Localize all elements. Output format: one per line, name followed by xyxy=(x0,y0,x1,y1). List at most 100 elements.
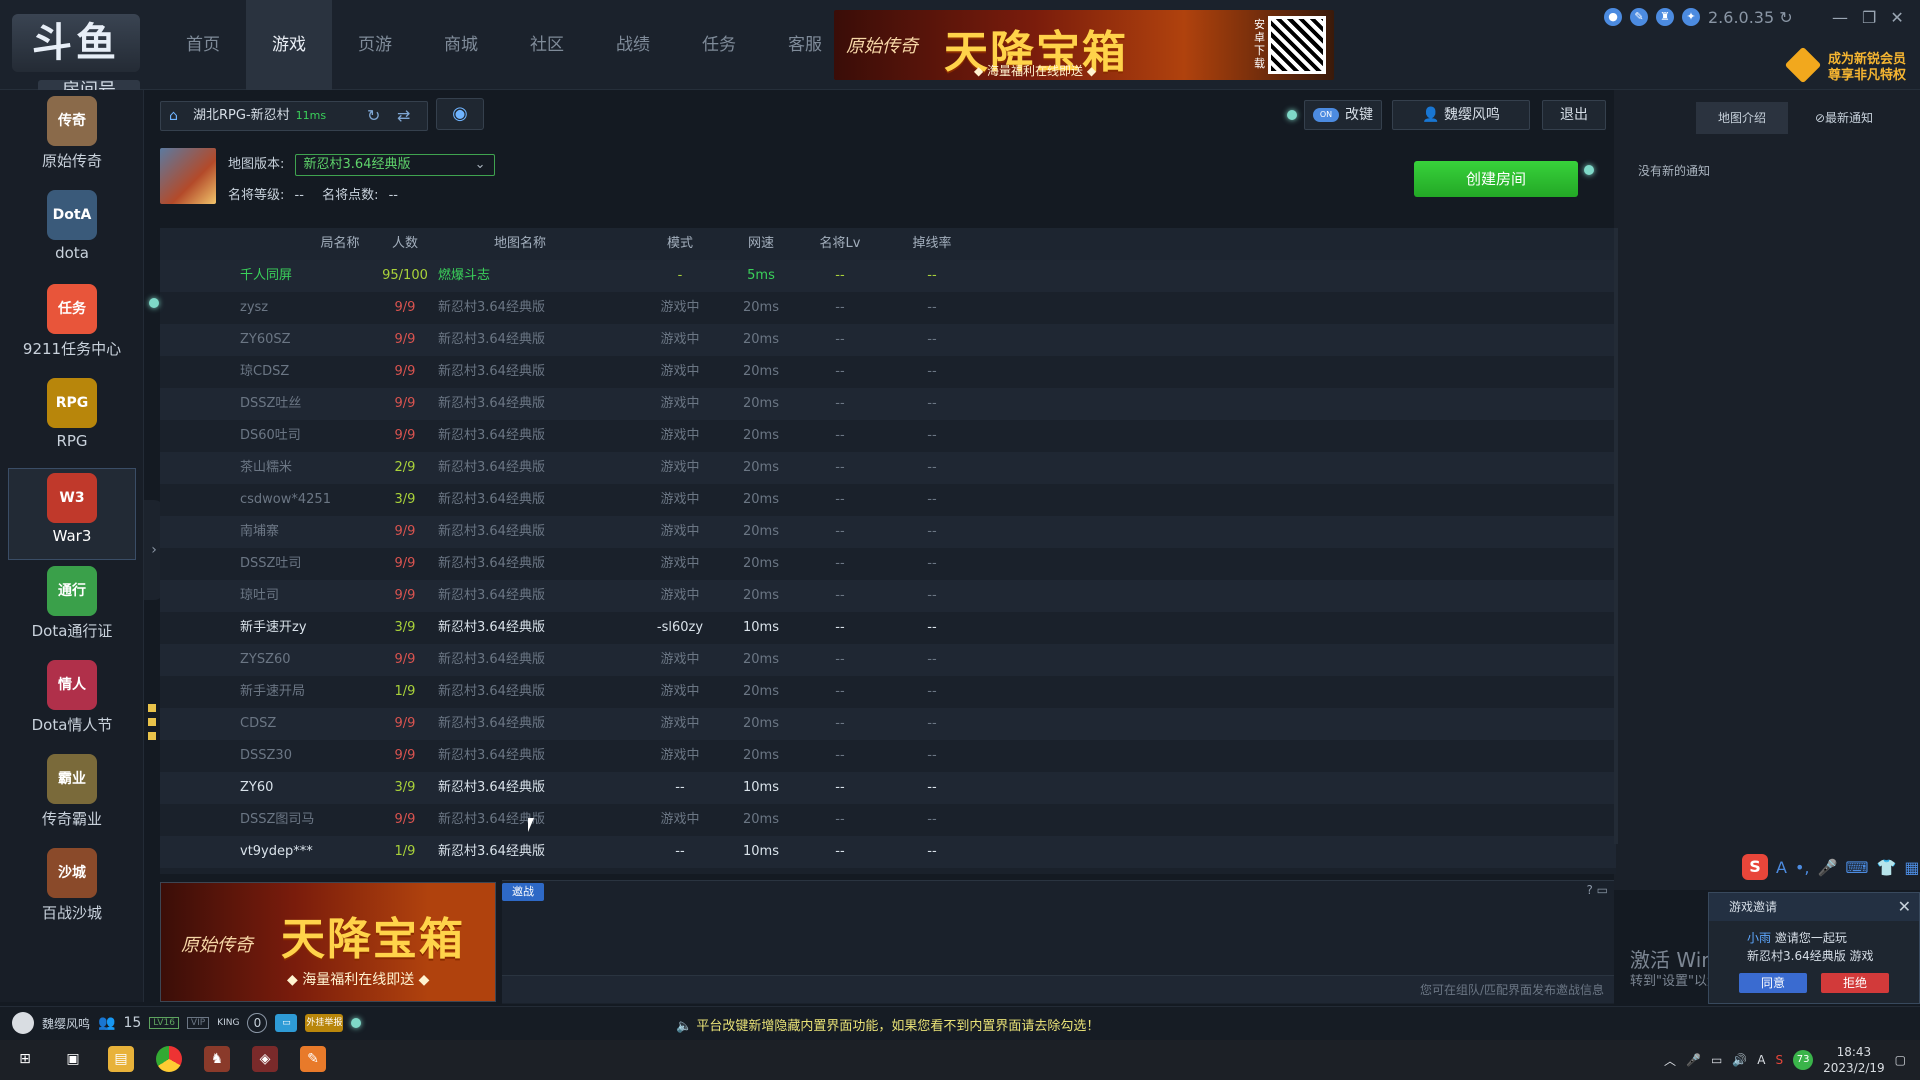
restore-icon[interactable]: ❐ xyxy=(1862,8,1876,27)
refresh-icon[interactable]: ↻ xyxy=(1779,8,1792,27)
column-header[interactable]: 名将Lv xyxy=(790,228,890,260)
user-button[interactable]: 👤 魏缨风鸣 xyxy=(1392,100,1530,130)
server-selector[interactable]: ⌂ 湖北RPG-新忍村 11ms ↻ ⇄ xyxy=(160,101,428,131)
table-row[interactable]: 新手速开zy 3/9 新忍村3.64经典版 -sl60zy 10ms -- -- xyxy=(160,612,1616,644)
mic-icon[interactable]: 🎤 xyxy=(1817,858,1837,877)
shirt-icon[interactable]: ♜ xyxy=(1656,8,1674,26)
table-scrollbar[interactable] xyxy=(1614,228,1618,844)
table-row[interactable]: DSSZ吐司 9/9 新忍村3.64经典版 游戏中 20ms -- -- xyxy=(160,548,1616,580)
game-app-icon[interactable]: ♞ xyxy=(204,1046,230,1072)
create-room-button[interactable]: 创建房间 xyxy=(1414,161,1578,197)
file-explorer-icon[interactable]: ▤ xyxy=(108,1046,134,1072)
nav-tab[interactable]: 社区 xyxy=(504,0,590,90)
table-row[interactable]: zysz 9/9 新忍村3.64经典版 游戏中 20ms -- -- xyxy=(160,292,1616,324)
brush-icon[interactable]: ✦ xyxy=(1682,8,1700,26)
nav-tab[interactable]: 首页 xyxy=(160,0,246,90)
change-key-button[interactable]: ON 改键 xyxy=(1304,100,1382,130)
sidebar-item-game[interactable]: 通行 Dota通行证 xyxy=(8,562,136,654)
nav-tab[interactable]: 任务 xyxy=(676,0,762,90)
top-banner-ad[interactable]: 原始传奇 天降宝箱 ◆ 海量福利在线即送 ◆ 安卓下载 xyxy=(834,10,1334,80)
sidebar-item-game[interactable]: 沙城 百战沙城 xyxy=(8,844,136,936)
clock[interactable]: 18:43 2023/2/19 xyxy=(1823,1044,1885,1076)
sidebar-item-game[interactable]: 情人 Dota情人节 xyxy=(8,656,136,748)
column-header[interactable]: 掉线率 xyxy=(882,228,982,260)
column-header[interactable]: 地图名称 xyxy=(440,228,600,260)
vip-promo[interactable]: 成为新锐会员 尊享非凡特权 xyxy=(1784,46,1914,84)
tray-up-icon[interactable]: ︿ xyxy=(1664,1052,1676,1069)
bottom-banner-ad[interactable]: 原始传奇 天降宝箱 ◆ 海量福利在线即送 ◆ xyxy=(160,882,496,1002)
table-row[interactable]: DS60吐司 9/9 新忍村3.64经典版 游戏中 20ms -- -- xyxy=(160,420,1616,452)
table-row[interactable]: 琼CDSZ 9/9 新忍村3.64经典版 游戏中 20ms -- -- xyxy=(160,356,1616,388)
nav-tab[interactable]: 商城 xyxy=(418,0,504,90)
table-row[interactable]: vt9ydep*** 1/9 新忍村3.64经典版 -- 10ms -- -- xyxy=(160,836,1616,868)
skin-icon[interactable]: 👕 xyxy=(1877,858,1897,877)
table-row[interactable]: ZYSZ60 9/9 新忍村3.64经典版 游戏中 20ms -- -- xyxy=(160,644,1616,676)
addon-report-badge[interactable]: 外挂举报 xyxy=(305,1014,344,1032)
table-row[interactable]: ZY60 3/9 新忍村3.64经典版 -- 10ms -- -- xyxy=(160,772,1616,804)
table-row[interactable]: 南埔寨 9/9 新忍村3.64经典版 游戏中 20ms -- -- xyxy=(160,516,1616,548)
table-row[interactable]: csdwow*4251 3/9 新忍村3.64经典版 游戏中 20ms -- -- xyxy=(160,484,1616,516)
reject-button[interactable]: 拒绝 xyxy=(1821,973,1889,993)
refresh-server-icon[interactable]: ↻ xyxy=(367,102,380,130)
table-row[interactable]: 新手速开局 1/9 新忍村3.64经典版 游戏中 20ms -- -- xyxy=(160,676,1616,708)
douyu-app-icon[interactable]: ◈ xyxy=(252,1046,278,1072)
sidebar-item-game[interactable]: 霸业 传奇霸业 xyxy=(8,750,136,842)
table-row[interactable]: DSSZ吐丝 9/9 新忍村3.64经典版 游戏中 20ms -- -- xyxy=(160,388,1616,420)
tab-latest-notice[interactable]: ⊘最新通知 xyxy=(1798,102,1890,134)
nav-tab[interactable]: 战绩 xyxy=(590,0,676,90)
wrench-icon[interactable]: ✎ xyxy=(1630,8,1648,26)
close-icon[interactable]: ✕ xyxy=(1890,8,1903,27)
exit-button[interactable]: 退出 xyxy=(1542,100,1606,130)
sidebar-item-game[interactable]: RPG RPG xyxy=(8,374,136,466)
game-icon: DotA xyxy=(47,190,97,240)
table-row[interactable]: CDSZ 9/9 新忍村3.64经典版 游戏中 20ms -- -- xyxy=(160,708,1616,740)
windows-start-icon[interactable]: ⊞ xyxy=(12,1046,38,1072)
sidebar-item-game[interactable]: DotA dota xyxy=(8,186,136,278)
status-dot-icon[interactable]: ● xyxy=(1604,8,1622,26)
tray-mic-icon[interactable]: 🎤 xyxy=(1686,1053,1701,1067)
tray-badge[interactable]: 73 xyxy=(1793,1050,1814,1070)
grid-icon[interactable]: ▦ xyxy=(1904,858,1919,877)
globe-button[interactable]: ◉ xyxy=(436,98,484,130)
chat-tab-invite[interactable]: 邀战 xyxy=(502,883,544,901)
toggle-switch[interactable]: ON xyxy=(1313,108,1339,122)
sogou-icon[interactable]: S xyxy=(1742,854,1768,880)
table-row[interactable]: 千人同屏 95/100 燃爆斗志 -5ms -- -- xyxy=(160,260,1616,292)
task-view-icon[interactable]: ▣ xyxy=(60,1046,86,1072)
avatar[interactable] xyxy=(12,1012,34,1034)
table-row[interactable]: DSSZ图司马 9/9 新忍村3.64经典版 游戏中 20ms -- -- xyxy=(160,804,1616,836)
king-badge[interactable]: KING xyxy=(217,1018,239,1028)
sidebar-item-game[interactable]: W3 War3 xyxy=(8,468,136,560)
minimize-icon[interactable]: — xyxy=(1832,8,1848,27)
cell-map: 新忍村3.64经典版 xyxy=(438,620,545,635)
table-row[interactable]: ZY60SZ 9/9 新忍村3.64经典版 游戏中 20ms -- -- xyxy=(160,324,1616,356)
chat-input[interactable]: 您可在组队/匹配界面发布邀战信息 xyxy=(502,975,1614,1003)
accept-button[interactable]: 同意 xyxy=(1739,973,1807,993)
chrome-icon[interactable] xyxy=(156,1046,182,1072)
friends-icon[interactable]: 👥 xyxy=(98,1015,115,1031)
tab-map-intro[interactable]: 地图介绍 xyxy=(1696,102,1788,134)
chat-help-icons[interactable]: ? ▭ xyxy=(1586,883,1608,897)
map-version-select[interactable]: 新忍村3.64经典版 ⌄ xyxy=(294,154,495,176)
close-icon[interactable]: ✕ xyxy=(1898,893,1911,921)
table-row[interactable]: DSSZ30 9/9 新忍村3.64经典版 游戏中 20ms -- -- xyxy=(160,740,1616,772)
tray-sogou-icon[interactable]: S xyxy=(1776,1053,1784,1067)
nav-tab[interactable]: 页游 xyxy=(332,0,418,90)
tray-ime-icon[interactable]: A xyxy=(1757,1053,1765,1067)
nav-tab[interactable]: 游戏 xyxy=(246,0,332,90)
notepad-app-icon[interactable]: ✎ xyxy=(300,1046,326,1072)
side-handle[interactable] xyxy=(148,704,160,748)
ime-punct-icon[interactable]: •, xyxy=(1795,858,1810,877)
chat-icon[interactable]: ▭ xyxy=(275,1014,298,1032)
table-row[interactable]: 茶山糯米 2/9 新忍村3.64经典版 游戏中 20ms -- -- xyxy=(160,452,1616,484)
ime-a-icon[interactable]: A xyxy=(1776,858,1787,877)
sidebar-item-game[interactable]: 传奇 原始传奇 xyxy=(8,92,136,184)
notification-icon[interactable]: ▢ xyxy=(1895,1053,1906,1067)
tray-volume-icon[interactable]: 🔊 xyxy=(1732,1053,1747,1067)
keyboard-icon[interactable]: ⌨ xyxy=(1845,858,1868,877)
switch-server-icon[interactable]: ⇄ xyxy=(397,102,410,130)
tray-network-icon[interactable]: ▭ xyxy=(1711,1053,1722,1067)
table-row[interactable]: 琼吐司 9/9 新忍村3.64经典版 游戏中 20ms -- -- xyxy=(160,580,1616,612)
sidebar-item-game[interactable]: 任务 9211任务中心 xyxy=(8,280,136,372)
cell-map: 新忍村3.64经典版 xyxy=(438,332,545,347)
